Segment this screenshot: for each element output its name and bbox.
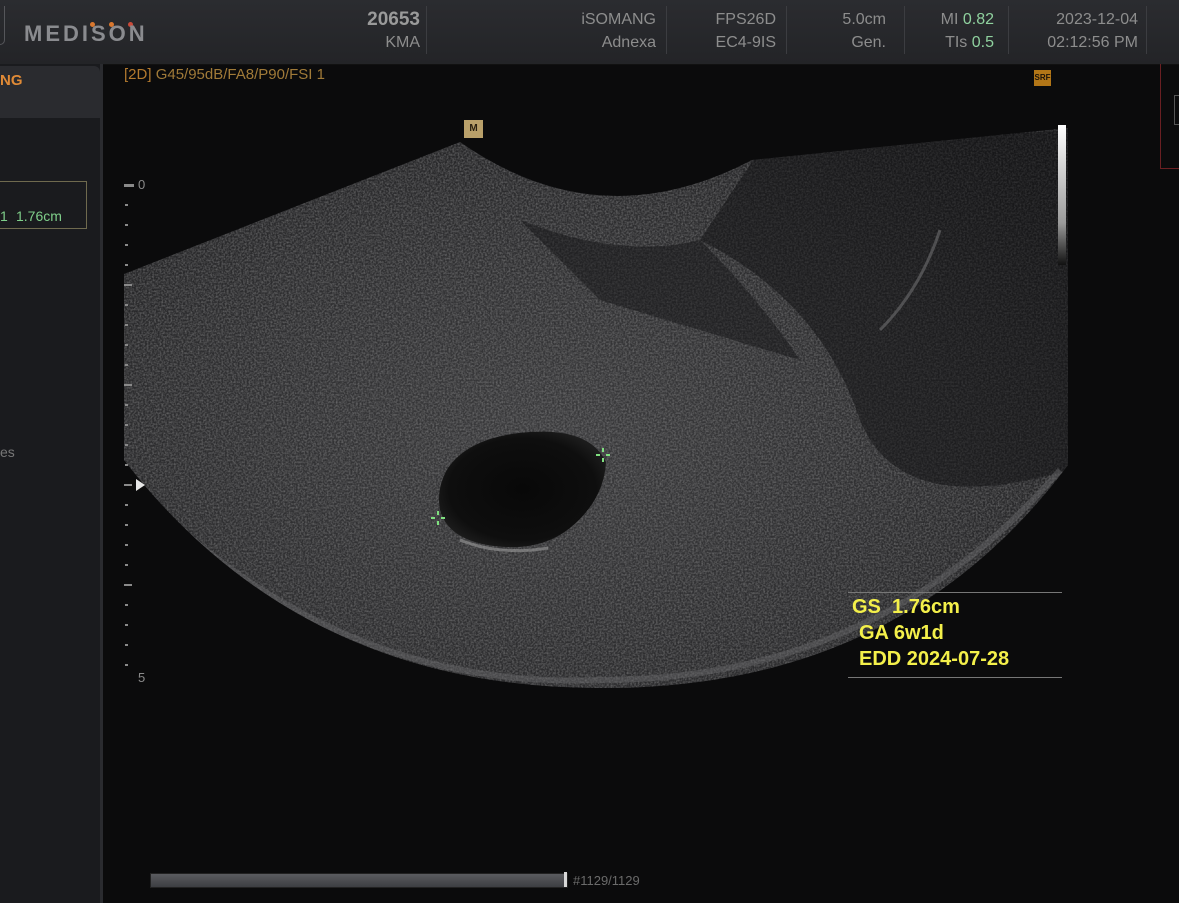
right-side-handle[interactable] — [1174, 95, 1179, 125]
depth-label-top: 0 — [138, 177, 146, 192]
orientation-marker-icon: M — [464, 120, 483, 138]
cine-frame-counter: #1129/1129 — [573, 873, 640, 888]
ga-value: 6w1d — [893, 622, 944, 644]
sri-badge-icon: SRF — [1034, 70, 1051, 86]
imaging-mode: [2D] — [124, 66, 152, 83]
gs-measurement: GS 1.76cm — [852, 596, 960, 618]
cine-loop-handle[interactable] — [564, 872, 567, 887]
gs-value: 1.76cm — [892, 596, 960, 618]
cine-loop-slider[interactable] — [150, 873, 568, 888]
measurement-result-box: GS 1.76cm GA 6w1d EDD 2024-07-28 — [848, 592, 1062, 678]
ga-measurement: GA 6w1d — [859, 622, 944, 644]
edd-value: 2024-07-28 — [906, 648, 1010, 670]
imaging-settings: G45/95dB/FA8/P90/FSI 1 — [155, 66, 325, 83]
ultrasound-image[interactable] — [0, 0, 1179, 903]
edd-measurement: EDD 2024-07-28 — [859, 648, 1010, 670]
focus-marker-icon[interactable] — [136, 479, 145, 491]
grayscale-bar — [1058, 125, 1066, 265]
depth-label-bottom: 5 — [138, 670, 146, 685]
imaging-parameters: [2D] G45/95dB/FA8/P90/FSI 1 — [124, 66, 325, 83]
